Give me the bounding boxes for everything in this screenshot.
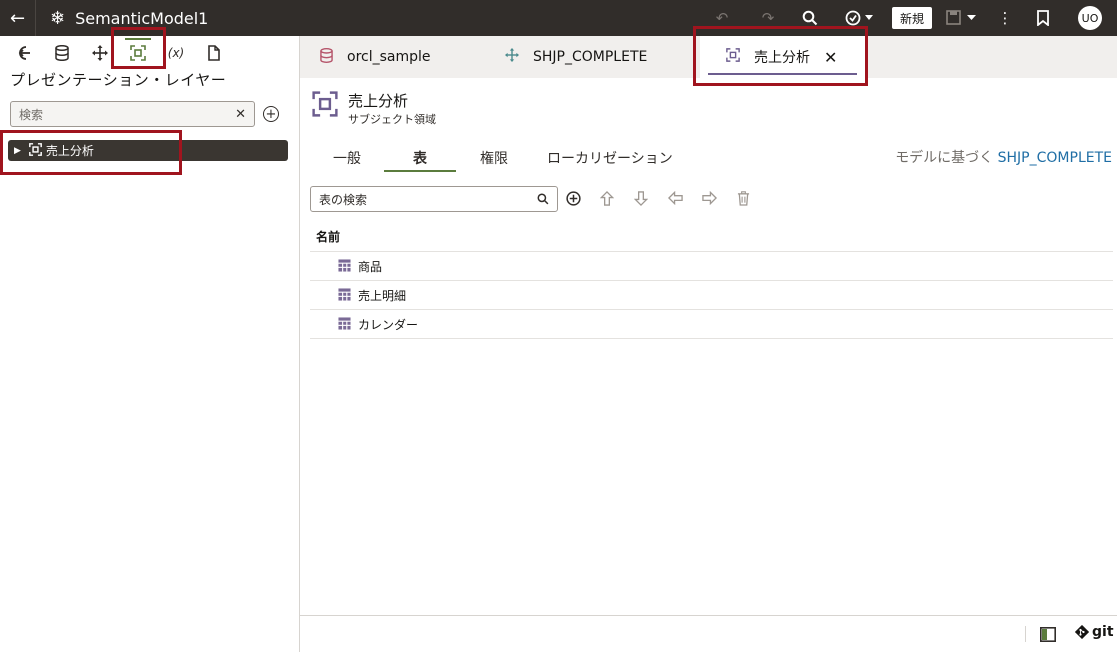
move-up-icon[interactable] (599, 191, 615, 210)
footer-bar: git (300, 615, 1117, 652)
document-tabs: orcl_sample SHJP_COMPLETE 売上分析 ✕ (300, 36, 1117, 78)
active-tab-indicator (384, 170, 456, 172)
column-header-name: 名前 (316, 230, 341, 244)
close-tab-icon[interactable]: ✕ (824, 48, 837, 67)
undo-icon[interactable]: ↶ (704, 0, 740, 36)
search-input[interactable]: 検索 ✕ (10, 101, 255, 127)
subject-area-icon (312, 91, 338, 121)
back-arrow-icon[interactable]: ← (0, 0, 36, 36)
new-button[interactable]: 新規 (891, 7, 932, 29)
tab-general[interactable]: 一般 (333, 148, 361, 168)
collapse-panel-icon[interactable] (13, 44, 35, 62)
table-row[interactable]: 売上明細 (338, 287, 406, 304)
tab-tables[interactable]: 表 (413, 148, 427, 168)
git-icon (1075, 625, 1089, 639)
top-bar: ← ❄ SemanticModel1 ↶ ↷ 新規 ⋮ UO (0, 0, 1117, 36)
tab-sales-analysis[interactable]: 売上分析 ✕ (700, 36, 865, 78)
tree-item-label: 売上分析 (45, 144, 94, 158)
semantic-model-icon: ❄ (50, 7, 66, 29)
move-down-icon[interactable] (633, 191, 649, 210)
table-name: カレンダー (358, 318, 419, 332)
user-avatar[interactable]: UO (1078, 6, 1102, 30)
page-subtitle: サブジェクト領域 (348, 113, 436, 126)
model-title: SemanticModel1 (75, 8, 209, 28)
more-menu-icon[interactable]: ⋮ (990, 0, 1020, 36)
tab-permissions[interactable]: 権限 (480, 148, 508, 168)
tab-label: 売上分析 (754, 50, 810, 66)
search-icon[interactable] (792, 0, 828, 36)
bookmark-icon[interactable] (1028, 0, 1058, 36)
tab-label: orcl_sample (347, 49, 431, 65)
divider (310, 280, 1113, 281)
panel-heading: プレゼンテーション・レイヤー (10, 71, 227, 89)
add-table-icon[interactable] (566, 191, 581, 210)
move-left-icon[interactable] (668, 190, 683, 209)
table-search-placeholder: 表の検索 (319, 192, 368, 207)
move-icon[interactable] (89, 44, 111, 62)
table-row[interactable]: カレンダー (338, 316, 418, 333)
clear-icon[interactable]: ✕ (235, 107, 246, 122)
validate-icon[interactable] (838, 0, 882, 36)
redo-icon[interactable]: ↷ (748, 0, 788, 36)
save-icon[interactable] (942, 0, 982, 36)
delete-icon[interactable] (737, 191, 750, 210)
table-icon (338, 316, 351, 333)
tree-item-subject-area[interactable]: ▶ 売上分析 (8, 140, 288, 161)
variables-icon[interactable]: (x) (165, 44, 187, 62)
divider (1025, 626, 1026, 642)
tab-localization[interactable]: ローカリゼーション (547, 148, 673, 168)
main-panel: orcl_sample SHJP_COMPLETE 売上分析 ✕ 売上分析 サブ… (300, 36, 1117, 652)
tab-shjp-complete[interactable]: SHJP_COMPLETE (505, 36, 647, 78)
left-panel: (x) プレゼンテーション・レイヤー 検索 ✕ + ▶ 売上分析 (0, 36, 300, 652)
panel-toggle-icon[interactable] (1040, 627, 1056, 646)
subject-area-icon (29, 142, 42, 159)
table-row[interactable]: 商品 (338, 258, 382, 275)
divider (310, 309, 1113, 310)
search-icon[interactable] (537, 190, 549, 209)
table-icon (338, 258, 351, 275)
move-right-icon[interactable] (702, 190, 717, 209)
table-name: 商品 (358, 260, 383, 274)
left-toolbar: (x) (0, 36, 300, 70)
search-placeholder: 検索 (19, 107, 44, 122)
subject-area-icon (726, 48, 740, 66)
add-icon[interactable]: + (263, 106, 279, 122)
page-title: 売上分析 (348, 92, 409, 110)
table-name: 売上明細 (358, 289, 407, 303)
move-icon (505, 48, 519, 66)
database-icon[interactable] (51, 44, 73, 62)
divider (310, 338, 1113, 339)
based-on-model: モデルに基づく SHJP_COMPLETE (895, 147, 1112, 167)
table-icon (338, 287, 351, 304)
tab-orcl-sample[interactable]: orcl_sample (320, 36, 431, 78)
git-button[interactable]: git (1075, 624, 1114, 640)
top-actions: ↶ ↷ 新規 ⋮ UO (704, 0, 1117, 36)
document-icon[interactable] (203, 44, 225, 62)
divider (310, 251, 1113, 252)
based-on-link[interactable]: SHJP_COMPLETE (998, 150, 1112, 166)
tab-label: SHJP_COMPLETE (533, 49, 648, 65)
expand-caret-icon[interactable]: ▶ (14, 146, 21, 156)
table-search-input[interactable]: 表の検索 (310, 186, 558, 212)
subject-area-icon[interactable] (125, 38, 151, 62)
based-on-label: モデルに基づく (895, 150, 994, 166)
database-icon (320, 47, 333, 67)
git-label: git (1092, 624, 1114, 640)
